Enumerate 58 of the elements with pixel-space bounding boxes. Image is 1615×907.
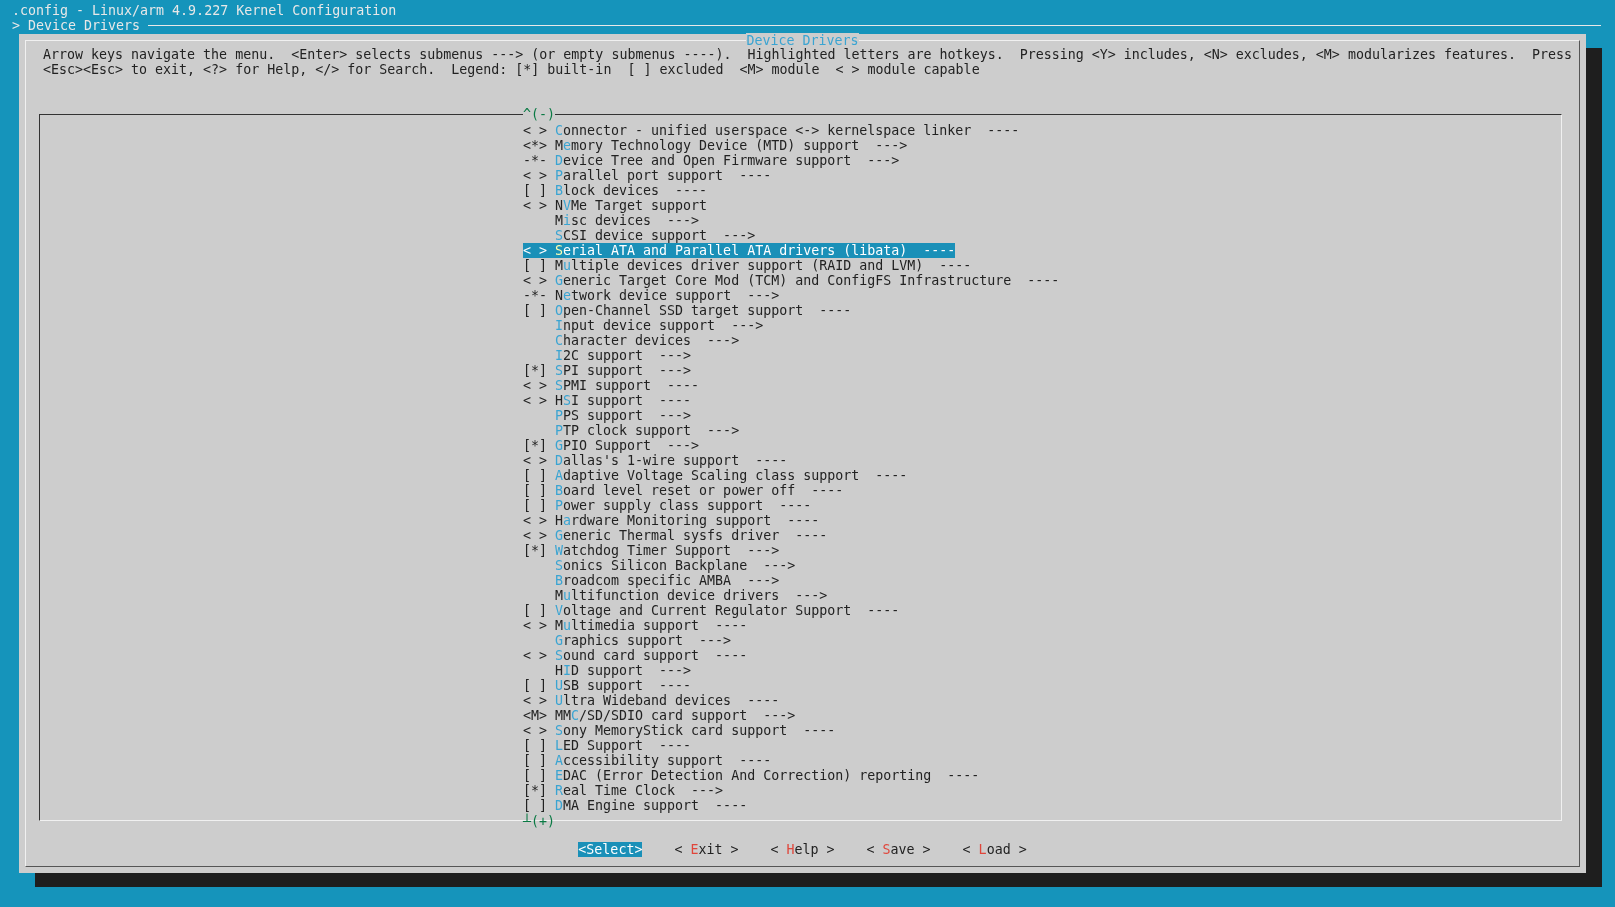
menu-item[interactable]: Misc devices ---> xyxy=(523,213,700,228)
menu-item[interactable]: [ ] Voltage and Current Regulator Support ---- xyxy=(523,603,900,618)
menu-item[interactable]: < > Generic Target Core Mod (TCM) and ConfigFS Infrastructure ---- xyxy=(523,273,1060,288)
menu-item[interactable]: < > HSI support ---- xyxy=(523,393,692,408)
menu-item[interactable]: [ ] Power supply class support ---- xyxy=(523,498,812,513)
dialog-title: Device Drivers xyxy=(746,33,859,48)
menu-item[interactable]: -*- Network device support ---> xyxy=(523,288,780,303)
dialog-button[interactable]: <Select> xyxy=(578,842,643,857)
menu-item[interactable]: HID support ---> xyxy=(523,663,692,678)
menu-item[interactable]: <M> MMC/SD/SDIO card support ---> xyxy=(523,708,796,723)
menu-item[interactable]: Broadcom specific AMBA ---> xyxy=(523,573,780,588)
menu-item[interactable]: PTP clock support ---> xyxy=(523,423,740,438)
menu-item[interactable]: [*] Watchdog Timer Support ---> xyxy=(523,543,780,558)
menu-item[interactable]: Graphics support ---> xyxy=(523,633,732,648)
menu-item[interactable]: < > Sound card support ---- xyxy=(523,648,748,663)
menu-item[interactable]: [ ] Multiple devices driver support (RAID and LVM) ---- xyxy=(523,258,972,273)
menu-item[interactable]: < > Sony MemoryStick card support ---- xyxy=(523,723,836,738)
menu-item[interactable]: < > NVMe Target support xyxy=(523,198,708,213)
menu-item[interactable]: [ ] USB support ---- xyxy=(523,678,692,693)
dialog-button[interactable]: < Save > xyxy=(866,842,931,857)
menu-item[interactable]: Character devices ---> xyxy=(523,333,740,348)
menu-item[interactable]: <*> Memory Technology Device (MTD) support ---> xyxy=(523,138,908,153)
menu-item[interactable]: < > Connector - unified userspace <-> kernelspace linker ---- xyxy=(523,123,1020,138)
scroll-up-indicator: ^(-) xyxy=(523,107,556,122)
menu-item[interactable]: [ ] Block devices ---- xyxy=(523,183,708,198)
breadcrumb: > Device Drivers xyxy=(12,18,141,33)
help-text: Arrow keys navigate the menu. <Enter> selects submenus ---> (or empty submenus ----). Highlighted letters are hotkeys. Pressing <Y> includes, <N> excludes, <M> modularizes features. Press xyxy=(43,47,1573,62)
dialog-button[interactable]: < Exit > xyxy=(674,842,739,857)
menu-item[interactable]: < > Ha rdware Monitoring support ---- xyxy=(523,513,820,528)
menu-item[interactable]: [ ] Accessibility support ---- xyxy=(523,753,772,768)
menu-item[interactable]: SCSI device support ---> xyxy=(523,228,756,243)
menu-item[interactable]: < > Parallel port support ---- xyxy=(523,168,772,183)
menu-item[interactable]: [ ] DMA Engine support ---- xyxy=(523,798,748,813)
scroll-down-indicator: ┴(+) xyxy=(523,814,556,829)
menu-item[interactable]: Sonics Silicon Backplane ---> xyxy=(523,558,796,573)
menu-item[interactable]: [ ] Open-Channel SSD target support ---- xyxy=(523,303,852,318)
menu-item[interactable]: < > Dallas's 1-wire support ---- xyxy=(523,453,788,468)
menu-item[interactable]: [ ] Adaptive Voltage Scaling class support ---- xyxy=(523,468,908,483)
menu-item[interactable]: < > Multimedia support ---- xyxy=(523,618,748,633)
menu-item[interactable]: [*] GPIO Support ---> xyxy=(523,438,700,453)
menu-item[interactable]: I2C support ---> xyxy=(523,348,692,363)
dialog-button[interactable]: < Load > xyxy=(962,842,1027,857)
help-text: <Esc><Esc> to exit, <?> for Help, </> for Search. Legend: [*] built-in [ ] excluded <M> module < > module capable xyxy=(43,62,980,77)
menu-item[interactable]: Multifunction device drivers ---> xyxy=(523,588,828,603)
menu-item[interactable]: < > SPMI support ---- xyxy=(523,378,700,393)
menu-item[interactable]: PPS support ---> xyxy=(523,408,692,423)
menu-item[interactable]: -*- Device Tree and Open Firmware support ---> xyxy=(523,153,900,168)
menu-item[interactable]: [ ] EDAC (Error Detection And Correction) reporting ---- xyxy=(523,768,980,783)
menu-item[interactable]: < > Generic Thermal sysfs driver ---- xyxy=(523,528,828,543)
dialog-button[interactable]: < Help > xyxy=(770,842,835,857)
menu-item[interactable]: < > Ultra Wideband devices ---- xyxy=(523,693,780,708)
menu-item[interactable]: [*] SPI support ---> xyxy=(523,363,692,378)
window-title: .config - Linux/arm 4.9.227 Kernel Configuration xyxy=(11,2,397,18)
menu-item[interactable]: Input device support ---> xyxy=(523,318,764,333)
menu-item[interactable]: [ ] Board level reset or power off ---- xyxy=(523,483,844,498)
menu-item[interactable]: < > Serial ATA and Parallel ATA drivers (libata) ---- xyxy=(523,243,956,258)
menu-item[interactable]: [ ] LED Support ---- xyxy=(523,738,692,753)
menu-item[interactable]: [*] Real Time Clock ---> xyxy=(523,783,724,798)
